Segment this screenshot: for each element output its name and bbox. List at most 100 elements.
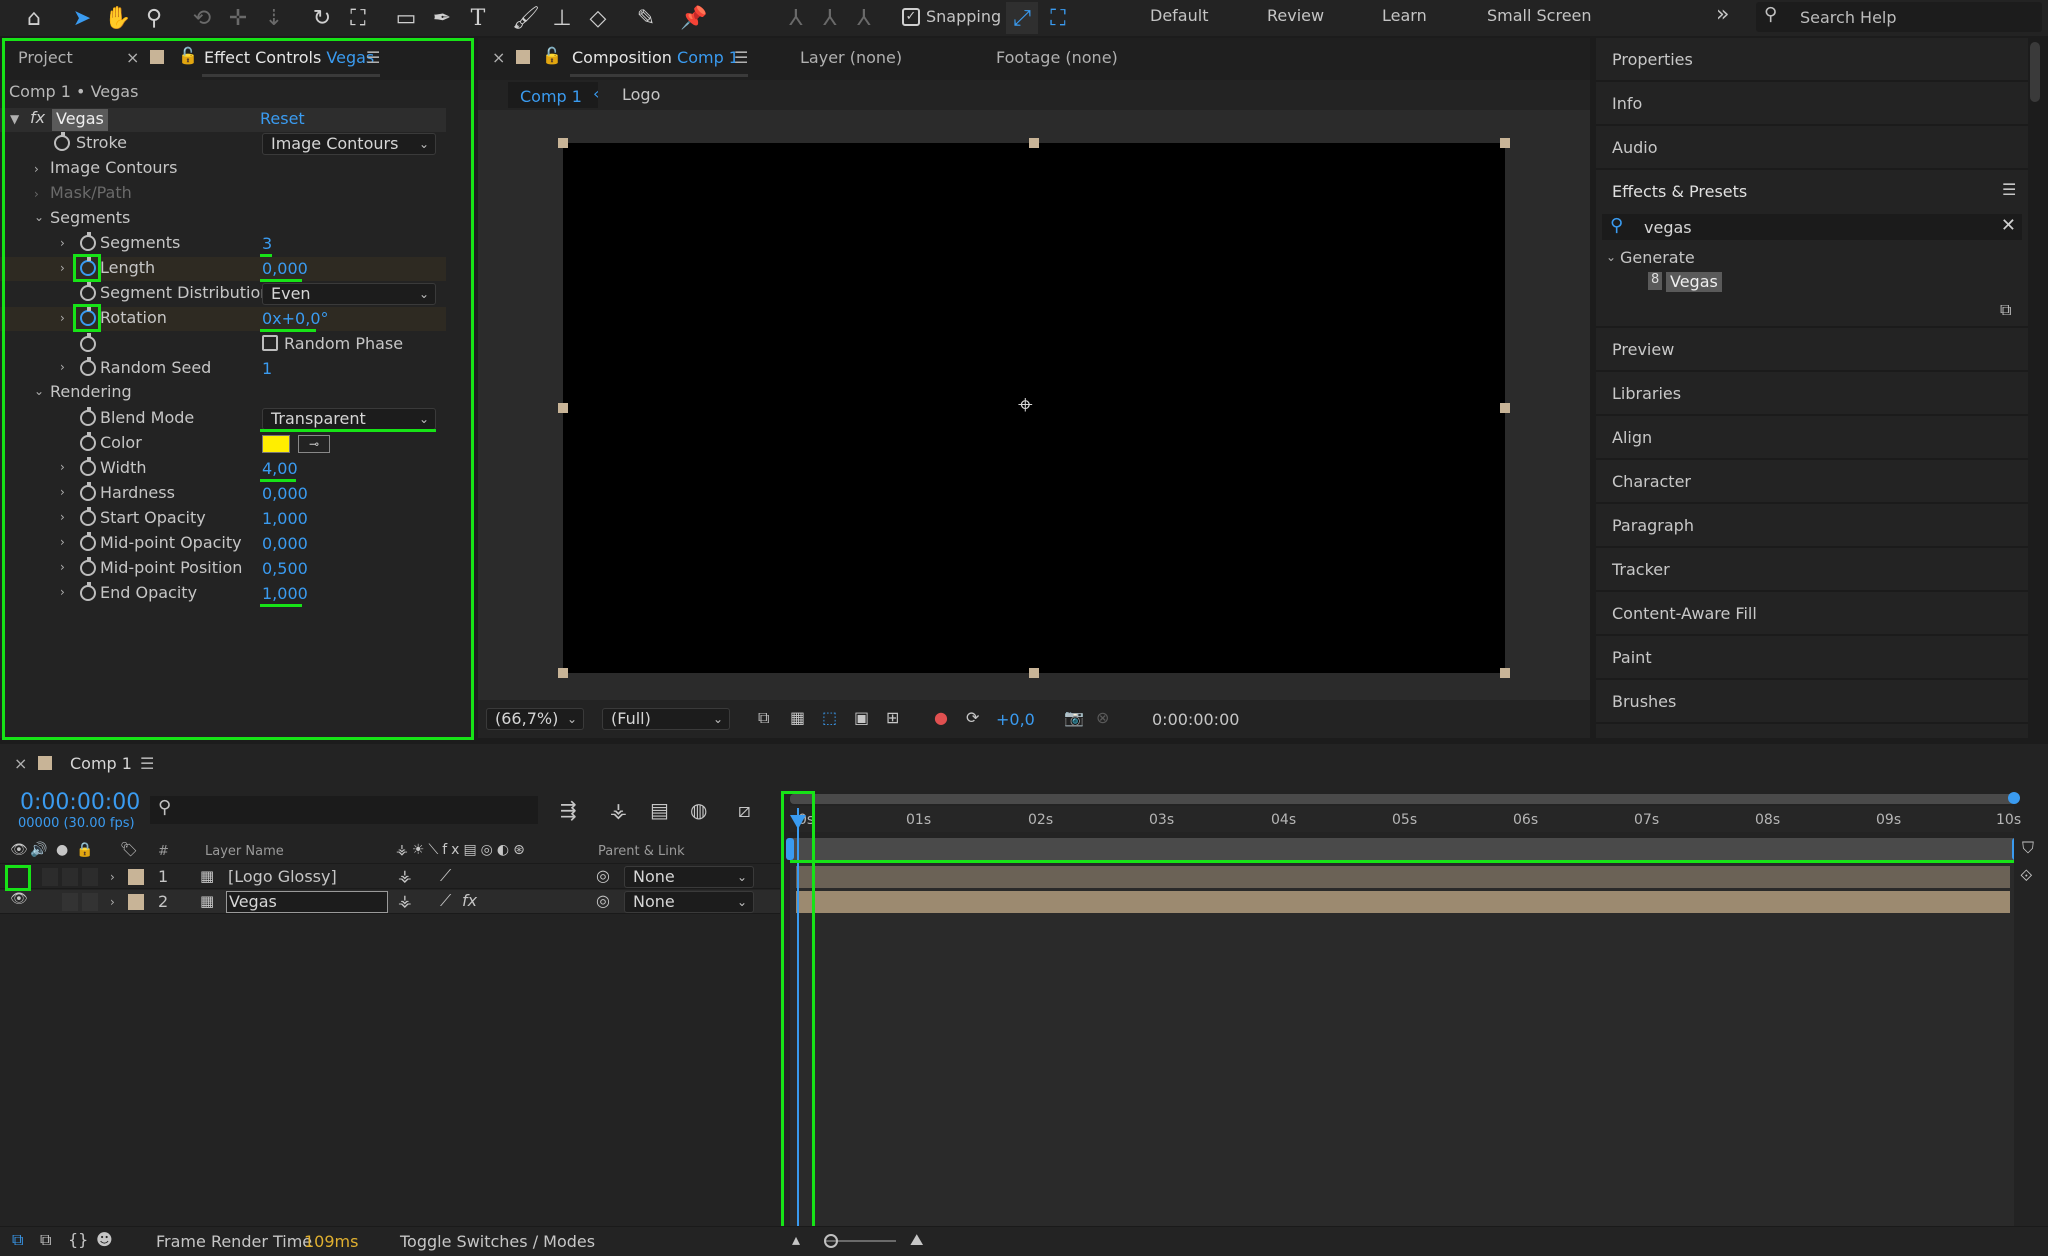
video-switch-icon[interactable]: 👁 — [10, 842, 28, 866]
zoom-dropdown[interactable]: (66,7%) ⌄ — [486, 708, 584, 730]
hand-tool-icon[interactable]: ✋ — [102, 2, 134, 34]
fast-previews-icon[interactable]: ⧉ — [758, 708, 769, 732]
axis-view-icon[interactable]: ⅄ — [848, 2, 880, 34]
search-help-box[interactable]: ⚲ Search Help — [1756, 2, 2042, 32]
timeline-track-area[interactable] — [790, 862, 2014, 1226]
solo-toggle-box[interactable] — [62, 868, 78, 886]
breadcrumb-logo[interactable]: Logo — [622, 85, 660, 109]
workspace-overflow-icon[interactable]: » — [1716, 2, 1729, 27]
channel-icon[interactable]: ● — [934, 708, 948, 732]
panel-menu-icon[interactable]: ☰ — [140, 754, 154, 773]
eraser-tool-icon[interactable]: ◇ — [582, 2, 614, 34]
work-area-bar[interactable] — [792, 838, 2014, 860]
viewer-timecode[interactable]: 0:00:00:00 — [1152, 710, 1239, 734]
snap-features-icon[interactable]: ⛶ — [1042, 2, 1074, 34]
comp-button-icon[interactable]: ⟐ — [2020, 866, 2033, 890]
comp-mini-flowchart-icon[interactable]: ⇶ — [560, 798, 577, 822]
transform-handle[interactable] — [1029, 138, 1039, 148]
panel-character[interactable]: Character — [1596, 460, 2028, 504]
snapping-checkbox[interactable]: ✓ — [902, 8, 920, 26]
pickwhip-icon[interactable]: ◎ — [596, 891, 610, 915]
transform-handle[interactable] — [558, 668, 568, 678]
quality-switch-icon[interactable]: ⟋ — [440, 866, 451, 890]
panel-preview[interactable]: Preview — [1596, 328, 2028, 372]
transform-handle[interactable] — [1500, 138, 1510, 148]
panel-menu-icon[interactable]: ☰ — [734, 48, 748, 67]
tab-footage[interactable]: Footage (none) — [996, 48, 1118, 67]
close-icon[interactable]: × — [492, 48, 505, 67]
panel-content-aware-fill[interactable]: Content-Aware Fill — [1596, 592, 2028, 636]
layer-1-name[interactable]: [Logo Glossy] — [228, 867, 337, 891]
zoom-out-icon[interactable]: ▴ — [792, 1230, 800, 1254]
transfer-controls-icon[interactable]: ⧉ — [40, 1230, 51, 1254]
exposure-value[interactable]: +0,0 — [996, 710, 1035, 734]
anchor-point-icon[interactable]: ⌖ — [1018, 390, 1033, 421]
graph-editor-icon[interactable]: ⧄ — [738, 798, 751, 822]
layer-label-color[interactable] — [128, 869, 144, 885]
render-time-icon[interactable]: ☻ — [96, 1230, 113, 1254]
effects-search-box[interactable]: ⚲ vegas ✕ — [1602, 214, 2022, 240]
zoom-tool-icon[interactable]: ⚲ — [138, 2, 170, 34]
workspace-learn[interactable]: Learn — [1382, 6, 1427, 25]
tab-timeline-comp[interactable]: Comp 1 — [70, 754, 132, 773]
time-navigator-end-icon[interactable] — [2008, 792, 2020, 804]
quality-switch-icon[interactable]: ⟋ — [440, 891, 451, 915]
solo-toggle-box[interactable] — [62, 893, 78, 911]
breadcrumb-comp-1[interactable]: Comp 1 — [508, 82, 598, 108]
roto-brush-tool-icon[interactable]: ✎ — [630, 2, 662, 34]
transparency-grid-icon[interactable]: ▦ — [790, 708, 805, 732]
tab-composition[interactable]: Composition Comp 1 — [572, 48, 739, 67]
type-tool-icon[interactable]: T — [462, 2, 494, 34]
grid-guides-icon[interactable]: ⊞ — [886, 708, 899, 732]
solo-switch-icon[interactable]: ● — [56, 842, 68, 866]
home-icon[interactable]: ⌂ — [18, 2, 50, 34]
rotation-tool-icon[interactable]: ↻ — [306, 2, 338, 34]
orbit-camera-icon[interactable]: ⟲ — [186, 2, 218, 34]
expand-layer-chevron-icon[interactable]: › — [110, 895, 115, 909]
eye-visibility-icon[interactable]: 👁 — [10, 891, 28, 915]
audio-switch-icon[interactable]: 🔊 — [30, 842, 47, 866]
snap-edges-icon[interactable]: ⤢ — [1006, 2, 1038, 34]
mask-visibility-icon[interactable]: ⬚ — [822, 708, 837, 732]
resolution-dropdown[interactable]: (Full) ⌄ — [602, 708, 730, 730]
lock-toggle-box[interactable] — [82, 893, 98, 911]
lock-icon[interactable]: 🔓 — [542, 46, 562, 65]
effect-result-vegas[interactable]: Vegas — [1666, 272, 1722, 292]
tab-layer[interactable]: Layer (none) — [800, 48, 902, 67]
layer-2-bar[interactable] — [796, 891, 2010, 913]
draft-3d-icon[interactable]: ⚶ — [610, 798, 627, 822]
panel-paint[interactable]: Paint — [1596, 636, 2028, 680]
pickwhip-icon[interactable]: ◎ — [596, 866, 610, 890]
transform-handle[interactable] — [1500, 668, 1510, 678]
pen-tool-icon[interactable]: ✒ — [426, 2, 458, 34]
effects-presets-menu-icon[interactable]: ☰ — [2002, 180, 2016, 204]
panel-properties[interactable]: Properties — [1596, 38, 2028, 82]
panel-align[interactable]: Align — [1596, 416, 2028, 460]
transform-handle[interactable] — [1500, 403, 1510, 413]
right-scrollbar[interactable] — [2028, 38, 2042, 738]
transform-handle[interactable] — [558, 138, 568, 148]
panel-audio[interactable]: Audio — [1596, 126, 2028, 170]
timeline-search-input[interactable]: ⚲ — [150, 796, 538, 824]
composition-canvas[interactable] — [563, 143, 1505, 673]
workspace-small-screen[interactable]: Small Screen — [1487, 6, 1592, 25]
zoom-in-icon[interactable]: ⛰ — [910, 1230, 923, 1254]
selection-tool-icon[interactable]: ➤ — [66, 2, 98, 34]
lock-switch-icon[interactable]: 🔒 — [76, 842, 93, 866]
close-icon[interactable]: × — [14, 754, 27, 773]
panel-paragraph[interactable]: Paragraph — [1596, 504, 2028, 548]
layer-label-color[interactable] — [128, 894, 144, 910]
clear-search-icon[interactable]: ✕ — [2001, 215, 2016, 236]
layer-2-parent-dropdown[interactable]: None ⌄ — [624, 891, 754, 913]
clone-stamp-tool-icon[interactable]: ⊥ — [546, 2, 578, 34]
toggle-switches-modes-button[interactable]: Toggle Switches / Modes — [400, 1232, 595, 1256]
reset-exposure-icon[interactable]: ⟳ — [966, 708, 979, 732]
time-navigator[interactable] — [790, 794, 2014, 804]
pan-camera-icon[interactable]: ✛ — [222, 2, 254, 34]
panel-info[interactable]: Info — [1596, 82, 2028, 126]
brush-tool-icon[interactable]: 🖌 — [510, 2, 542, 34]
shy-switch-icon[interactable]: ⚶ — [398, 866, 412, 890]
shy-switch-icon[interactable]: ⚶ — [398, 891, 412, 915]
transform-handle[interactable] — [558, 403, 568, 413]
panel-effects-presets[interactable]: Effects & Presets — [1596, 170, 2028, 214]
